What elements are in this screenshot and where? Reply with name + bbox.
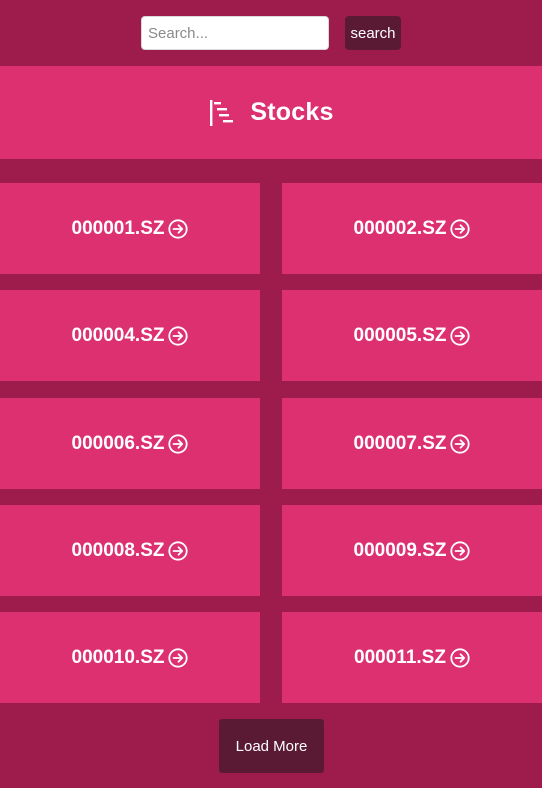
stock-tile-label: 000011.SZ bbox=[354, 646, 446, 668]
stock-tile[interactable]: 000006.SZ bbox=[0, 398, 260, 489]
search-bar: search bbox=[0, 0, 542, 66]
stock-tile-label: 000009.SZ bbox=[353, 539, 447, 561]
load-more-button[interactable]: Load More bbox=[219, 719, 324, 773]
stock-tile[interactable]: 000011.SZ bbox=[282, 612, 542, 703]
stock-tile[interactable]: 000009.SZ bbox=[282, 505, 542, 596]
arrow-right-circle-icon bbox=[450, 218, 471, 239]
stock-tile-label: 000002.SZ bbox=[353, 217, 447, 239]
arrow-right-circle-icon bbox=[168, 218, 189, 239]
stock-tile-label: 000005.SZ bbox=[353, 324, 447, 346]
stock-tile-label: 000007.SZ bbox=[353, 432, 447, 454]
arrow-right-circle-icon bbox=[450, 647, 470, 668]
timeline-icon bbox=[208, 99, 236, 127]
arrow-right-circle-icon bbox=[450, 433, 471, 454]
search-input[interactable] bbox=[141, 16, 329, 50]
stock-tile-label: 000010.SZ bbox=[71, 646, 165, 668]
search-button[interactable]: search bbox=[345, 16, 401, 50]
stock-tile-label: 000004.SZ bbox=[71, 324, 165, 346]
arrow-right-circle-icon bbox=[168, 325, 189, 346]
stock-tile[interactable]: 000008.SZ bbox=[0, 505, 260, 596]
page-title: Stocks bbox=[250, 98, 334, 126]
stock-tile-label: 000001.SZ bbox=[71, 217, 165, 239]
stock-tile[interactable]: 000004.SZ bbox=[0, 290, 260, 381]
stock-tile[interactable]: 000007.SZ bbox=[282, 398, 542, 489]
arrow-right-circle-icon bbox=[168, 540, 189, 561]
stock-tile[interactable]: 000010.SZ bbox=[0, 612, 260, 703]
stock-tile[interactable]: 000001.SZ bbox=[0, 183, 260, 274]
stock-tile[interactable]: 000005.SZ bbox=[282, 290, 542, 381]
stock-tile[interactable]: 000002.SZ bbox=[282, 183, 542, 274]
arrow-right-circle-icon bbox=[168, 433, 189, 454]
stock-tile-label: 000006.SZ bbox=[71, 432, 165, 454]
arrow-right-circle-icon bbox=[168, 647, 189, 668]
page-header: Stocks bbox=[0, 66, 542, 159]
stock-tile-label: 000008.SZ bbox=[71, 539, 165, 561]
arrow-right-circle-icon bbox=[450, 325, 471, 346]
arrow-right-circle-icon bbox=[450, 540, 471, 561]
